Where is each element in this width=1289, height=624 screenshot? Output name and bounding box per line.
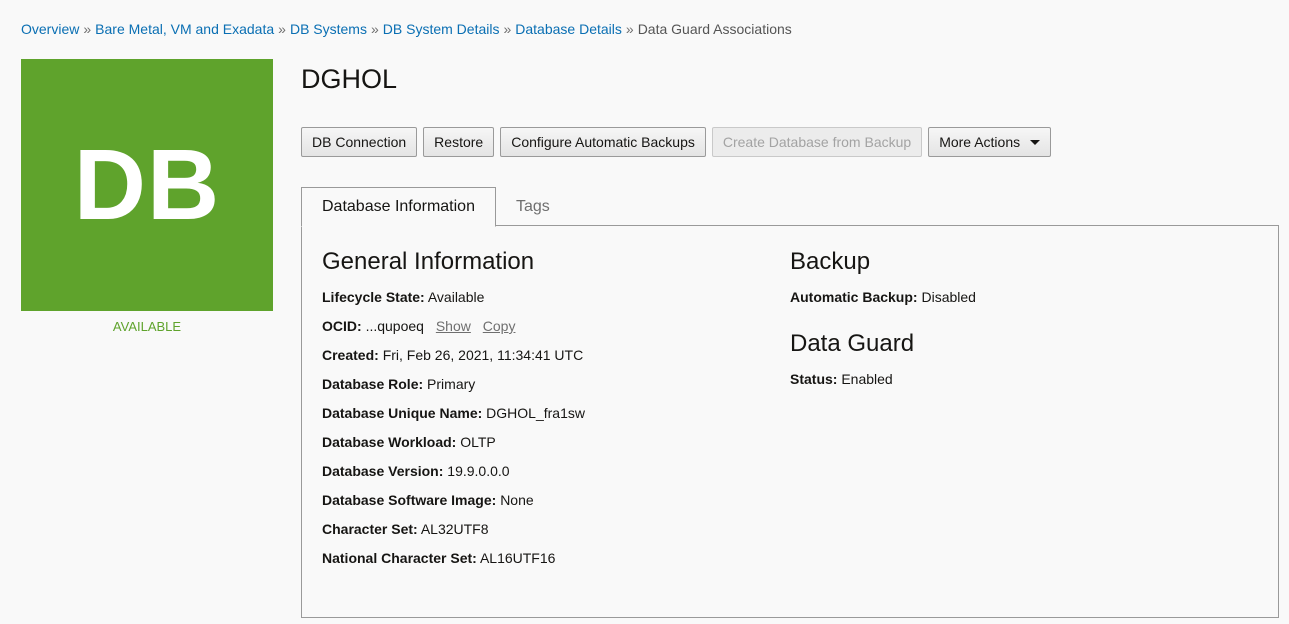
field-label: Database Workload: [322,434,457,450]
field-value: 19.9.0.0.0 [447,463,510,479]
breadcrumb-current: Data Guard Associations [637,21,792,37]
field-label: Database Role: [322,376,424,392]
restore-button[interactable]: Restore [423,127,495,157]
field-label: Created: [322,347,379,363]
field-value: Available [427,289,485,305]
field-label: Database Unique Name: [322,405,483,421]
general-information-section: General Information Lifecycle State: Ava… [322,248,762,578]
field-value: AL32UTF8 [420,521,489,537]
field-label: Status: [790,371,838,387]
breadcrumb-separator: » [370,21,379,37]
breadcrumb-db-systems[interactable]: DB Systems [290,21,367,37]
page-title: DGHOL [301,64,398,94]
field-value: OLTP [460,434,496,450]
database-information-panel: General Information Lifecycle State: Ava… [301,225,1279,618]
breadcrumb-separator: » [278,21,286,37]
field-value: AL16UTF16 [479,550,556,566]
database-icon-text: DB [73,129,221,241]
field-label: Automatic Backup: [790,289,918,305]
more-actions-button[interactable]: More Actions [928,127,1052,157]
breadcrumb-database-details[interactable]: Database Details [515,21,622,37]
caret-down-icon [1030,139,1041,145]
field-value: None [500,492,534,508]
breadcrumb-overview[interactable]: Overview [21,21,79,37]
right-column: Backup Automatic Backup: Disabled Data G… [790,248,1250,399]
lifecycle-state-field: Lifecycle State: Available [322,288,762,317]
ocid-field: OCID: ...qupoeq Show Copy [322,317,762,346]
automatic-backup-field: Automatic Backup: Disabled [790,288,1250,317]
create-database-from-backup-button: Create Database from Backup [711,127,923,157]
tab-database-information[interactable]: Database Information [301,187,496,227]
ocid-show-link[interactable]: Show [436,318,471,334]
field-label: OCID: [322,318,362,334]
tab-tags[interactable]: Tags [496,187,570,226]
field-value: ...qupoeq [365,318,424,334]
general-information-title: General Information [322,248,535,275]
field-value: Enabled [841,371,893,387]
more-actions-label: More Actions [939,134,1021,150]
lifecycle-status-badge: AVAILABLE [112,319,182,334]
data-guard-status-field: Status: Enabled [790,370,1250,399]
national-character-set-field: National Character Set: AL16UTF16 [322,549,762,578]
field-value: Primary [427,376,476,392]
breadcrumb-bare-metal[interactable]: Bare Metal, VM and Exadata [95,21,274,37]
database-version-field: Database Version: 19.9.0.0.0 [322,462,762,491]
tab-bar: Database Information Tags [301,187,570,227]
breadcrumb-separator: » [625,21,634,37]
field-value: Fri, Feb 26, 2021, 11:34:41 UTC [382,347,584,363]
field-value: Disabled [921,289,976,305]
db-connection-button[interactable]: DB Connection [301,127,418,157]
breadcrumb-db-system-details[interactable]: DB System Details [383,21,500,37]
field-label: Character Set: [322,521,418,537]
field-label: Lifecycle State: [322,289,425,305]
breadcrumb-separator: » [83,21,92,37]
ocid-copy-link[interactable]: Copy [483,318,516,334]
breadcrumb: Overview» Bare Metal, VM and Exadata» DB S… [21,20,792,38]
field-label: Database Software Image: [322,492,497,508]
database-unique-name-field: Database Unique Name: DGHOL_fra1sw [322,404,762,433]
field-label: Database Version: [322,463,444,479]
database-details-page: Overview» Bare Metal, VM and Exadata» DB S… [0,0,1289,624]
database-software-image-field: Database Software Image: None [322,491,762,520]
breadcrumb-separator: » [503,21,512,37]
configure-automatic-backups-button[interactable]: Configure Automatic Backups [500,127,706,157]
data-guard-title: Data Guard [790,330,915,357]
field-label: National Character Set: [322,550,477,566]
field-value: DGHOL_fra1sw [486,405,585,421]
backup-title: Backup [790,248,871,275]
database-icon-tile: DB [21,59,273,311]
action-toolbar: DB Connection Restore Configure Automati… [301,127,1052,157]
database-role-field: Database Role: Primary [322,375,762,404]
database-workload-field: Database Workload: OLTP [322,433,762,462]
character-set-field: Character Set: AL32UTF8 [322,520,762,549]
created-field: Created: Fri, Feb 26, 2021, 11:34:41 UTC [322,346,762,375]
